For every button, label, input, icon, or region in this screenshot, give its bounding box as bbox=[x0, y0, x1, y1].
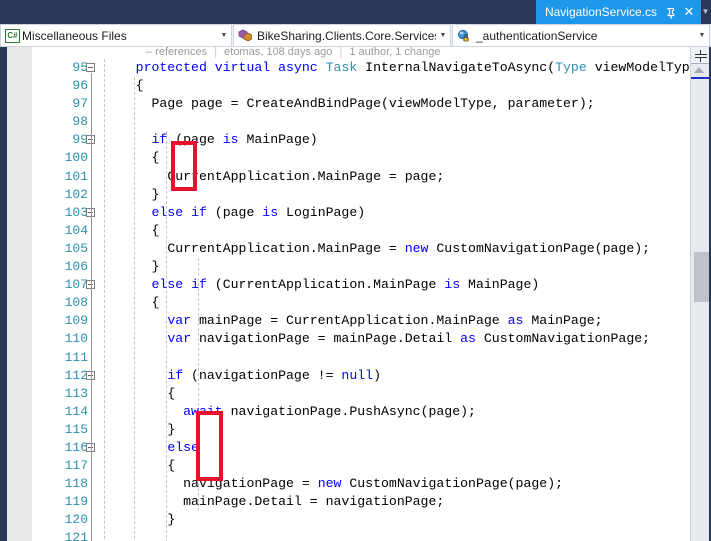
navbar-type-label: BikeSharing.Clients.Core.Services.Nav bbox=[257, 28, 436, 43]
scroll-thumb[interactable] bbox=[694, 252, 709, 302]
pin-icon[interactable] bbox=[664, 6, 678, 20]
code-line[interactable]: } bbox=[104, 258, 711, 276]
line-number: 115 bbox=[64, 421, 88, 437]
code-line[interactable]: { bbox=[104, 149, 711, 167]
code-line[interactable] bbox=[104, 349, 711, 367]
collapse-toggle-icon[interactable] bbox=[86, 63, 95, 72]
outlining-region-rule bbox=[91, 145, 92, 198]
code-line[interactable]: protected virtual async Task InternalNav… bbox=[104, 59, 711, 77]
codelens-separator-2: | bbox=[339, 47, 343, 58]
visual-studio-window: NavigationService.cs ✕ ▼ C# Miscellaneou… bbox=[0, 0, 711, 541]
csharp-project-icon: C# bbox=[5, 29, 20, 43]
code-line[interactable]: var mainPage = CurrentApplication.MainPa… bbox=[104, 312, 711, 330]
outlining-region-rule bbox=[91, 217, 92, 271]
codelens-author-change[interactable]: etomas, 108 days ago bbox=[224, 47, 332, 58]
line-number: 113 bbox=[64, 385, 88, 401]
navbar-type-dropdown[interactable]: BikeSharing.Clients.Core.Services.Nav ▼ bbox=[233, 24, 451, 47]
code-text[interactable]: protected virtual async Task InternalNav… bbox=[104, 59, 711, 541]
vertical-scrollbar[interactable] bbox=[690, 47, 711, 541]
code-line[interactable]: var navigationPage = mainPage.Detail as … bbox=[104, 330, 711, 348]
line-number: 97 bbox=[72, 96, 88, 112]
code-line[interactable]: { bbox=[104, 77, 711, 95]
chevron-down-icon[interactable]: ▼ bbox=[695, 32, 709, 39]
navbar-project-label: Miscellaneous Files bbox=[22, 28, 127, 43]
chevron-down-icon[interactable]: ▼ bbox=[217, 32, 231, 39]
line-number: 110 bbox=[64, 331, 88, 347]
line-number: 112 bbox=[64, 367, 88, 383]
navbar-project-dropdown[interactable]: C# Miscellaneous Files ▼ bbox=[0, 24, 232, 47]
codelens-history[interactable]: 1 author, 1 change bbox=[349, 47, 440, 58]
code-line[interactable]: if (navigationPage != null) bbox=[104, 367, 711, 385]
code-line[interactable]: else if (CurrentApplication.MainPage is … bbox=[104, 276, 711, 294]
code-line[interactable]: } bbox=[104, 186, 711, 204]
class-type-icon bbox=[237, 29, 255, 45]
navbar-member-dropdown[interactable]: _authenticationService ▼ bbox=[452, 24, 710, 47]
line-number: 96 bbox=[72, 78, 88, 94]
code-line[interactable]: } bbox=[104, 511, 711, 529]
line-number: 116 bbox=[64, 439, 88, 455]
outlining-region-rule bbox=[91, 453, 92, 524]
code-line[interactable]: { bbox=[104, 222, 711, 240]
line-number: 117 bbox=[64, 458, 88, 474]
code-line[interactable]: CurrentApplication.MainPage = page; bbox=[104, 168, 711, 186]
editor-left-edge bbox=[0, 47, 7, 541]
tab-navigationservice-cs[interactable]: NavigationService.cs ✕ bbox=[535, 0, 701, 24]
codelens-references[interactable]: – references bbox=[146, 47, 207, 58]
line-number: 108 bbox=[64, 295, 88, 311]
private-field-icon bbox=[456, 29, 474, 45]
split-view-icon[interactable] bbox=[691, 47, 711, 64]
scroll-track-top-marker bbox=[691, 77, 711, 79]
code-line[interactable]: Page page = CreateAndBindPage(viewModelT… bbox=[104, 95, 711, 113]
indicator-margin[interactable] bbox=[7, 47, 32, 541]
line-number: 121 bbox=[64, 530, 88, 541]
line-number: 101 bbox=[64, 168, 88, 184]
code-line[interactable]: await navigationPage.PushAsync(page); bbox=[104, 403, 711, 421]
outlining-region-rule bbox=[91, 380, 92, 433]
line-number: 111 bbox=[64, 349, 88, 365]
line-number: 103 bbox=[64, 204, 88, 220]
line-number: 100 bbox=[64, 150, 88, 166]
line-number: 119 bbox=[64, 494, 88, 510]
close-icon[interactable]: ✕ bbox=[682, 5, 696, 19]
code-line[interactable]: CurrentApplication.MainPage = new Custom… bbox=[104, 240, 711, 258]
navigation-bar: C# Miscellaneous Files ▼ BikeSharing.Cli… bbox=[0, 24, 711, 47]
codelens-bar[interactable]: – references | etomas, 108 days ago | 1 … bbox=[146, 47, 441, 59]
line-numbers: 95 96 97 98 99 100 101 102 103 104 105 106 107 108 109… bbox=[32, 59, 88, 541]
line-number: 98 bbox=[72, 114, 88, 130]
code-line[interactable] bbox=[104, 113, 711, 131]
line-number: 107 bbox=[64, 277, 88, 293]
line-number: 109 bbox=[64, 313, 88, 329]
code-line[interactable]: mainPage.Detail = navigationPage; bbox=[104, 493, 711, 511]
codelens-separator-1: | bbox=[214, 47, 218, 58]
document-tab-strip: NavigationService.cs ✕ ▼ bbox=[0, 0, 711, 24]
tab-label: NavigationService.cs bbox=[544, 5, 657, 19]
scroll-up-arrow-icon[interactable] bbox=[694, 67, 704, 73]
code-editor[interactable]: – references | etomas, 108 days ago | 1 … bbox=[0, 47, 711, 541]
line-number: 118 bbox=[64, 476, 88, 492]
code-line[interactable]: if (page is MainPage) bbox=[104, 131, 711, 149]
code-line[interactable]: else if (page is LoginPage) bbox=[104, 204, 711, 222]
line-number: 95 bbox=[72, 60, 88, 75]
line-number: 102 bbox=[64, 186, 88, 202]
line-number: 120 bbox=[64, 512, 88, 528]
code-line[interactable] bbox=[104, 529, 711, 541]
code-line[interactable]: { bbox=[104, 385, 711, 403]
line-number: 104 bbox=[64, 222, 88, 238]
code-line[interactable]: { bbox=[104, 294, 711, 312]
line-number: 114 bbox=[64, 403, 88, 419]
chevron-down-icon[interactable]: ▼ bbox=[436, 32, 450, 39]
code-line[interactable]: } bbox=[104, 421, 711, 439]
code-line[interactable]: { bbox=[104, 457, 711, 475]
navbar-member-label: _authenticationService bbox=[476, 28, 598, 43]
line-number: 99 bbox=[72, 132, 88, 148]
line-number: 105 bbox=[64, 240, 88, 256]
code-line[interactable]: else bbox=[104, 439, 711, 457]
line-number: 106 bbox=[64, 259, 88, 275]
tab-overflow-chevron-down-icon[interactable]: ▼ bbox=[700, 0, 711, 24]
code-line[interactable]: navigationPage = new CustomNavigationPag… bbox=[104, 475, 711, 493]
